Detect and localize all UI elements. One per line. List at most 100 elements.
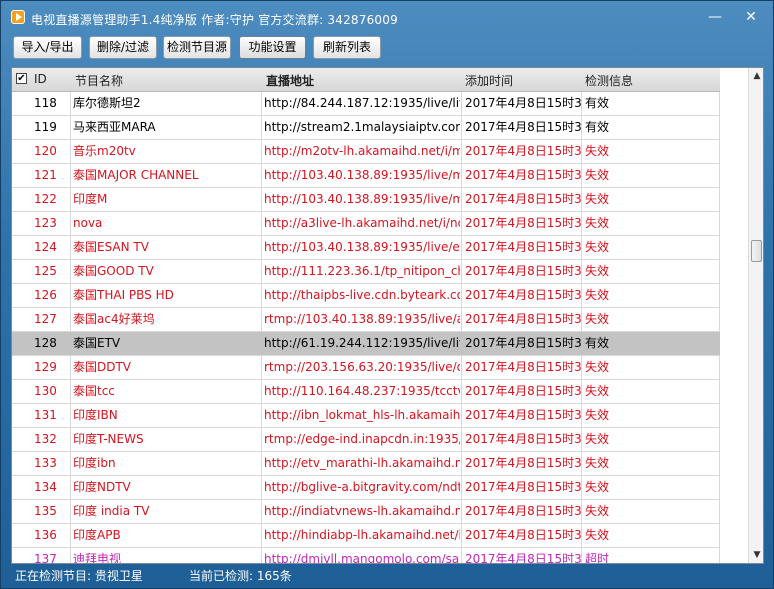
- row-channel-name: nova: [73, 216, 103, 230]
- row-check-status: 失效: [585, 216, 610, 230]
- row-stream-url: http://bglive-a.bitgravity.com/ndt: [264, 480, 460, 494]
- row-id: 126: [34, 288, 57, 302]
- delete-filter-button[interactable]: 删除/过滤: [89, 36, 157, 59]
- column-header-time[interactable]: 添加时间: [465, 72, 513, 89]
- row-check-status: 超时: [585, 552, 610, 564]
- row-check-status: 有效: [585, 120, 610, 134]
- row-check-status: 失效: [585, 192, 610, 206]
- row-channel-name: 泰国ac4好莱坞: [73, 312, 155, 326]
- row-stream-url: http://61.19.244.112:1935/live/live: [264, 336, 460, 350]
- table-row[interactable]: 122 印度M http://103.40.138.89:1935/live/mo 2…: [12, 188, 720, 212]
- table-row[interactable]: 118 库尔德斯坦2 http://84.244.187.12:1935/live/…: [12, 92, 720, 116]
- row-stream-url: http://hindiabp-lh.akamaihd.net/i/: [264, 528, 460, 542]
- row-check-status: 失效: [585, 480, 610, 494]
- row-channel-name: 泰国ESAN TV: [73, 240, 149, 254]
- row-stream-url: http://stream2.1malaysiaiptv.com: [264, 120, 460, 134]
- table-row[interactable]: 135 印度 india TV http://indiatvnews-lh.akam…: [12, 500, 720, 524]
- row-added-time: 2017年4月8日15时38: [465, 360, 581, 374]
- row-channel-name: 泰国DDTV: [73, 360, 132, 374]
- row-check-status: 失效: [585, 432, 610, 446]
- table-row[interactable]: 134 印度NDTV http://bglive-a.bitgravity.com/…: [12, 476, 720, 500]
- row-channel-name: 迪拜电视: [73, 552, 122, 564]
- row-id: 120: [34, 144, 57, 158]
- row-channel-name: 印度T-NEWS: [73, 432, 144, 446]
- column-header-url[interactable]: 直播地址: [266, 72, 314, 89]
- table-row[interactable]: 123 nova http://a3live-lh.akamaihd.net/i/n…: [12, 212, 720, 236]
- row-channel-name: 泰国tcc: [73, 384, 115, 398]
- row-stream-url: rtmp://103.40.138.89:1935/live/ac: [264, 312, 460, 326]
- row-check-status: 有效: [585, 96, 610, 110]
- current-checking-text: 正在检测节目: 贵视卫星: [15, 569, 143, 583]
- status-bar: 正在检测节目: 贵视卫星 当前已检测: 165条: [1, 564, 773, 588]
- app-window: 电视直播源管理助手1.4纯净版 作者:守护 官方交流群: 342876009 —…: [0, 0, 774, 589]
- row-added-time: 2017年4月8日15时38: [465, 336, 581, 350]
- row-stream-url: http://etv_marathi-lh.akamaihd.ne: [264, 456, 460, 470]
- import-export-button[interactable]: 导入/导出: [13, 36, 82, 59]
- table-row[interactable]: 131 印度IBN http://ibn_lokmat_hls-lh.akamaih…: [12, 404, 720, 428]
- row-added-time: 2017年4月8日15时38: [465, 480, 581, 494]
- scroll-down-icon[interactable]: ▼: [749, 547, 763, 563]
- row-added-time: 2017年4月8日15时38: [465, 504, 581, 518]
- scroll-up-icon[interactable]: ▲: [749, 68, 763, 84]
- table-row[interactable]: 128 泰国ETV http://61.19.244.112:1935/live/l…: [12, 332, 720, 356]
- row-channel-name: 泰国THAI PBS HD: [73, 288, 174, 302]
- table-row[interactable]: 136 印度APB http://hindiabp-lh.akamaihd.net/…: [12, 524, 720, 548]
- table-row[interactable]: 133 印度ibn http://etv_marathi-lh.akamaihd.n…: [12, 452, 720, 476]
- row-id: 122: [34, 192, 57, 206]
- column-header-status[interactable]: 检测信息: [585, 72, 633, 89]
- row-id: 118: [34, 96, 57, 110]
- table-row[interactable]: 119 马来西亚MARA http://stream2.1malaysiaiptv.…: [12, 116, 720, 140]
- row-stream-url: http://dmivll.mangomolo.com/sar: [264, 552, 460, 564]
- row-added-time: 2017年4月8日15时38: [465, 288, 581, 302]
- table-row[interactable]: 121 泰国MAJOR CHANNEL http://103.40.138.89:1…: [12, 164, 720, 188]
- select-all-checkbox[interactable]: ✔: [16, 73, 27, 84]
- table-row[interactable]: 127 泰国ac4好莱坞 rtmp://103.40.138.89:1935/liv…: [12, 308, 720, 332]
- row-added-time: 2017年4月8日15时38: [465, 96, 581, 110]
- table-header: ✔ ID 节目名称 直播地址 添加时间 检测信息: [12, 68, 720, 92]
- row-added-time: 2017年4月8日15时38: [465, 528, 581, 542]
- scrollbar-thumb[interactable]: [751, 240, 762, 262]
- table-row[interactable]: 120 音乐m20tv http://m2otv-lh.akamaihd.net/i…: [12, 140, 720, 164]
- row-stream-url: http://84.244.187.12:1935/live/live: [264, 96, 460, 110]
- row-stream-url: http://103.40.138.89:1935/live/esa: [264, 240, 460, 254]
- row-added-time: 2017年4月8日15时38: [465, 240, 581, 254]
- column-header-name[interactable]: 节目名称: [75, 72, 123, 89]
- table-row[interactable]: 130 泰国tcc http://110.164.48.237:1935/tcctv…: [12, 380, 720, 404]
- app-play-icon: [11, 10, 25, 24]
- table-row[interactable]: 129 泰国DDTV rtmp://203.156.63.20:1935/live/…: [12, 356, 720, 380]
- table-row[interactable]: 124 泰国ESAN TV http://103.40.138.89:1935/li…: [12, 236, 720, 260]
- row-added-time: 2017年4月8日15时38: [465, 264, 581, 278]
- row-id: 127: [34, 312, 57, 326]
- row-channel-name: 音乐m20tv: [73, 144, 136, 158]
- row-channel-name: 印度NDTV: [73, 480, 131, 494]
- row-check-status: 失效: [585, 288, 610, 302]
- row-stream-url: rtmp://203.156.63.20:1935/live/dd: [264, 360, 460, 374]
- table-body: 118 库尔德斯坦2 http://84.244.187.12:1935/live/…: [12, 92, 720, 564]
- close-button[interactable]: ✕: [737, 7, 765, 27]
- row-channel-name: 印度APB: [73, 528, 121, 542]
- row-check-status: 失效: [585, 168, 610, 182]
- row-id: 124: [34, 240, 57, 254]
- row-id: 133: [34, 456, 57, 470]
- checked-count-text: 当前已检测: 165条: [189, 569, 292, 583]
- row-added-time: 2017年4月8日15时38: [465, 168, 581, 182]
- row-id: 130: [34, 384, 57, 398]
- settings-button[interactable]: 功能设置: [239, 36, 306, 59]
- row-id: 136: [34, 528, 57, 542]
- title-bar[interactable]: 电视直播源管理助手1.4纯净版 作者:守护 官方交流群: 342876009 —…: [1, 1, 773, 33]
- table-row[interactable]: 137 迪拜电视 http://dmivll.mangomolo.com/sar 20…: [12, 548, 720, 564]
- column-header-id[interactable]: ID: [34, 72, 47, 86]
- vertical-scrollbar[interactable]: ▲ ▼: [748, 68, 763, 563]
- row-stream-url: http://a3live-lh.akamaihd.net/i/no: [264, 216, 460, 230]
- row-stream-url: http://103.40.138.89:1935/live/mix: [264, 168, 460, 182]
- minimize-button[interactable]: —: [701, 7, 729, 27]
- refresh-list-button[interactable]: 刷新列表: [313, 36, 381, 59]
- row-added-time: 2017年4月8日15时38: [465, 432, 581, 446]
- table-row[interactable]: 125 泰国GOOD TV http://111.223.36.1/tp_nitip…: [12, 260, 720, 284]
- row-added-time: 2017年4月8日15时38: [465, 408, 581, 422]
- table-row[interactable]: 126 泰国THAI PBS HD http://thaipbs-live.cdn.…: [12, 284, 720, 308]
- row-stream-url: http://m2otv-lh.akamaihd.net/i/m: [264, 144, 460, 158]
- row-check-status: 失效: [585, 312, 610, 326]
- table-row[interactable]: 132 印度T-NEWS rtmp://edge-ind.inapcdn.in:19…: [12, 428, 720, 452]
- check-sources-button[interactable]: 检测节目源: [163, 36, 231, 59]
